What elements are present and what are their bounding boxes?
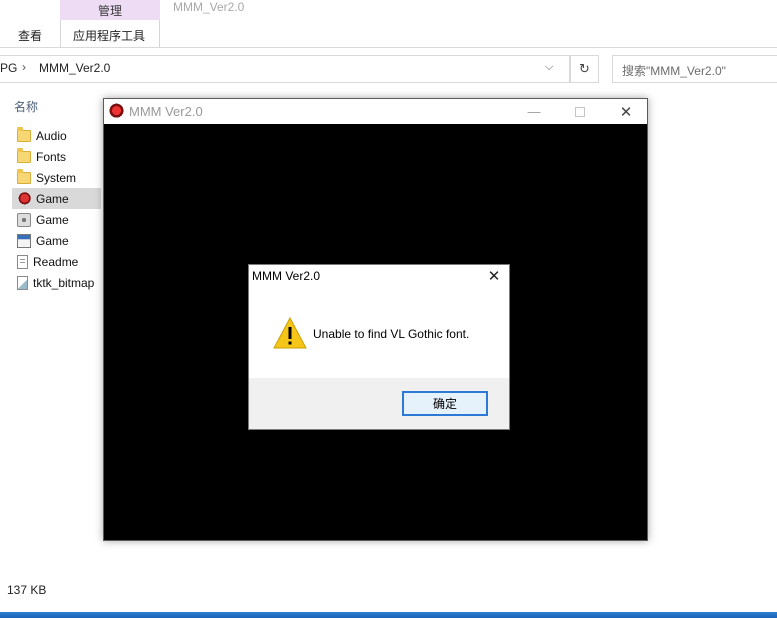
file-name: Audio	[36, 128, 67, 143]
file-name: Game	[36, 212, 69, 227]
file-name: Readme	[33, 254, 79, 269]
close-icon: ✕	[619, 103, 633, 121]
file-row[interactable]: tktk_bitmap	[0, 272, 101, 293]
refresh-button[interactable]: ↻	[570, 55, 599, 83]
file-name: System	[36, 170, 77, 185]
status-file-size: 137 KB	[7, 583, 47, 597]
breadcrumb-parent[interactable]: PG	[0, 61, 17, 75]
refresh-icon: ↻	[579, 61, 590, 76]
folder-icon	[17, 168, 31, 184]
file-name: Game	[36, 233, 69, 248]
file-row[interactable]: Fonts	[0, 146, 101, 167]
explorer-window-title: MMM_Ver2.0	[173, 0, 245, 14]
file-row-selected[interactable]: Game	[12, 188, 101, 209]
file-name: tktk_bitmap	[33, 275, 95, 290]
game-titlebar[interactable]: MMM Ver2.0 — ✕	[104, 99, 647, 124]
file-row[interactable]: Game	[0, 209, 101, 230]
tab-view[interactable]: 查看	[18, 27, 42, 44]
file-row[interactable]: System	[0, 167, 101, 188]
ok-button[interactable]: 确定	[402, 391, 488, 416]
breadcrumb-chevron-icon[interactable]: ›	[22, 60, 26, 74]
file-row[interactable]: Readme	[0, 251, 101, 272]
search-placeholder: 搜索"MMM_Ver2.0"	[622, 64, 726, 78]
tab-application-tools[interactable]: 应用程序工具	[73, 27, 145, 44]
dialog-close-button[interactable]: ✕	[485, 267, 503, 285]
dialog-message: Unable to find VL Gothic font.	[313, 327, 470, 341]
game-exe-icon	[17, 191, 31, 206]
taskbar	[0, 612, 777, 618]
file-row[interactable]: Audio	[0, 125, 101, 146]
minimize-icon: —	[527, 104, 541, 119]
application-icon	[17, 233, 31, 248]
file-name: Fonts	[36, 149, 67, 164]
error-dialog[interactable]: MMM Ver2.0 ✕ Unable to find VL Gothic fo…	[248, 264, 510, 430]
text-document-icon	[17, 254, 28, 269]
manage-context-tab[interactable]: 管理	[60, 0, 160, 20]
dragon-app-icon	[108, 103, 125, 120]
dialog-title: MMM Ver2.0	[252, 269, 321, 283]
folder-icon	[17, 126, 31, 142]
maximize-icon	[575, 106, 585, 117]
image-document-icon	[17, 275, 28, 290]
game-window-title: MMM Ver2.0	[129, 104, 203, 119]
maximize-button[interactable]	[557, 99, 603, 124]
breadcrumb-current[interactable]: MMM_Ver2.0	[39, 61, 110, 75]
column-header-name[interactable]: 名称	[14, 98, 38, 115]
minimize-button[interactable]: —	[511, 99, 557, 124]
file-row[interactable]: Game	[0, 230, 101, 251]
file-name: Game	[36, 191, 69, 206]
address-dropdown-icon[interactable]: ⌵	[545, 61, 553, 74]
close-button[interactable]: ✕	[603, 99, 649, 124]
ribbon-divider	[0, 47, 777, 48]
config-file-icon	[17, 212, 31, 227]
warning-icon	[273, 317, 307, 349]
folder-icon	[17, 147, 31, 163]
close-icon: ✕	[487, 268, 501, 285]
